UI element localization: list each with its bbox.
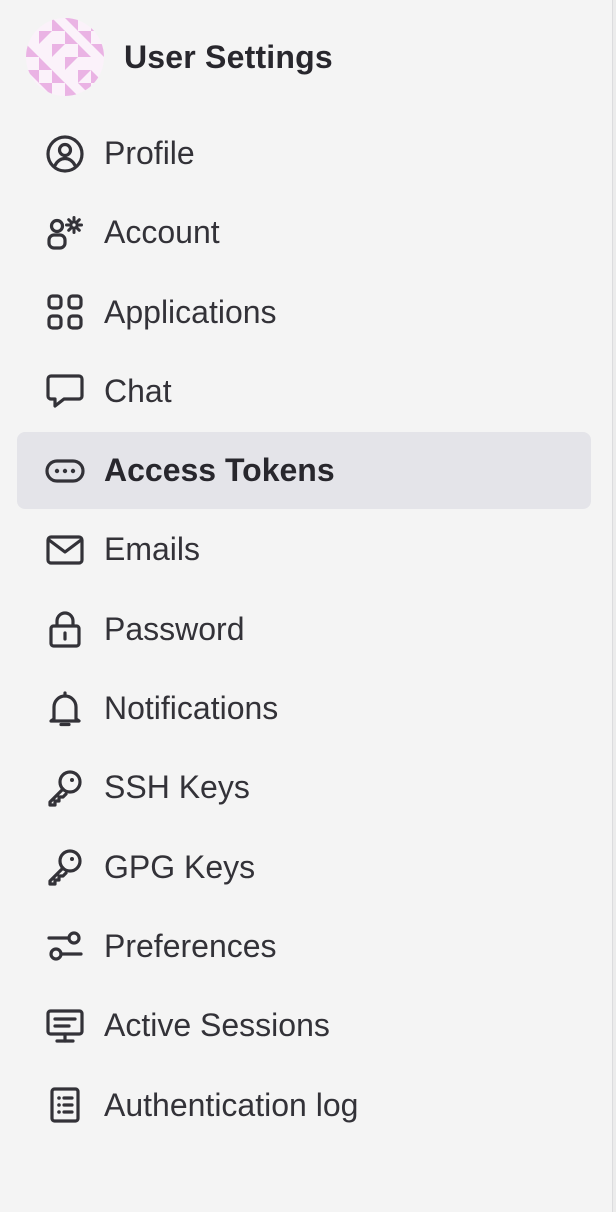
token-icon bbox=[45, 451, 85, 491]
sidebar-item-label: Chat bbox=[104, 372, 172, 409]
settings-sidebar: User Settings Profile Account Applicatio… bbox=[0, 0, 608, 1212]
sidebar-item-applications[interactable]: Applications bbox=[17, 274, 591, 351]
sidebar-item-active-sessions[interactable]: Active Sessions bbox=[17, 987, 591, 1064]
settings-nav: Profile Account Applications Chat Access… bbox=[17, 115, 591, 1146]
page-title: User Settings bbox=[124, 38, 333, 75]
account-icon bbox=[45, 213, 85, 253]
sidebar-item-account[interactable]: Account bbox=[17, 194, 591, 271]
sidebar-item-label: Profile bbox=[104, 135, 195, 171]
sidebar-item-label: Notifications bbox=[104, 690, 279, 727]
sidebar-item-label: Password bbox=[104, 610, 245, 647]
profile-icon bbox=[45, 134, 85, 174]
sidebar-item-password[interactable]: Password bbox=[17, 591, 591, 668]
log-icon bbox=[45, 1085, 85, 1125]
sidebar-item-label: Applications bbox=[104, 293, 277, 330]
monitor-icon bbox=[45, 1006, 85, 1046]
lock-icon bbox=[45, 609, 85, 649]
sidebar-item-label: SSH Keys bbox=[104, 769, 250, 806]
key-icon bbox=[45, 768, 85, 808]
sidebar-item-chat[interactable]: Chat bbox=[17, 353, 591, 430]
sidebar-divider bbox=[612, 0, 616, 1212]
applications-icon bbox=[45, 292, 85, 332]
sidebar-header: User Settings bbox=[26, 17, 333, 97]
chat-icon bbox=[45, 371, 85, 411]
sidebar-item-gpg-keys[interactable]: GPG Keys bbox=[17, 829, 591, 906]
sidebar-item-label: Authentication log bbox=[104, 1086, 359, 1123]
sidebar-item-profile[interactable]: Profile bbox=[17, 115, 591, 192]
sidebar-item-notifications[interactable]: Notifications bbox=[17, 670, 591, 747]
avatar[interactable] bbox=[26, 18, 104, 96]
preferences-icon bbox=[45, 926, 85, 966]
sidebar-item-access-tokens[interactable]: Access Tokens bbox=[17, 432, 591, 510]
sidebar-item-emails[interactable]: Emails bbox=[17, 511, 591, 588]
sidebar-item-authentication-log[interactable]: Authentication log bbox=[17, 1067, 591, 1144]
sidebar-item-label: Emails bbox=[104, 531, 201, 568]
sidebar-item-label: Account bbox=[104, 214, 220, 251]
sidebar-item-label: Preferences bbox=[104, 927, 277, 964]
sidebar-item-label: Active Sessions bbox=[104, 1007, 330, 1044]
sidebar-item-preferences[interactable]: Preferences bbox=[17, 908, 591, 985]
bell-icon bbox=[45, 689, 85, 729]
sidebar-item-ssh-keys[interactable]: SSH Keys bbox=[17, 749, 591, 826]
key-icon bbox=[45, 847, 85, 887]
sidebar-item-label: Access Tokens bbox=[104, 452, 335, 489]
sidebar-item-label: GPG Keys bbox=[104, 848, 256, 885]
mail-icon bbox=[45, 530, 85, 570]
